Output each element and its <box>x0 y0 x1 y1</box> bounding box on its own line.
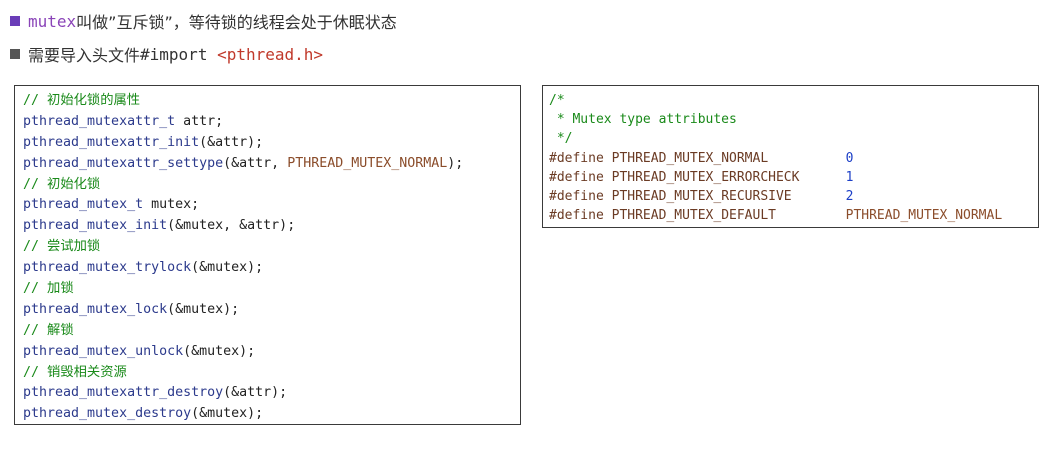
bullet-item-mutex-description: mutex 叫做”互斥锁”，等待锁的线程会处于休眠状态 <box>10 9 397 33</box>
function-name: pthread_mutex_lock <box>23 301 168 317</box>
code-text: (&mutex); <box>191 260 264 276</box>
code-line: pthread_mutexattr_settype(&attr, PTHREAD… <box>23 154 512 175</box>
code-text: (&attr, <box>223 155 288 171</box>
function-name: pthread_mutexattr_destroy <box>23 385 224 401</box>
code-comment: // 解锁 <box>23 322 74 338</box>
code-text: (&attr); <box>199 134 264 150</box>
mutex-usage-code-block: // 初始化锁的属性 pthread_mutexattr_t attr; pth… <box>14 85 521 425</box>
define-directive: #define <box>549 169 604 185</box>
code-line: pthread_mutex_lock(&mutex); <box>23 300 512 321</box>
define-line: #define PTHREAD_MUTEX_DEFAULT PTHREAD_MUT… <box>549 206 1032 225</box>
define-value: 0 <box>845 150 854 166</box>
code-line: pthread_mutexattr_destroy(&attr); <box>23 383 512 404</box>
code-text: mutex; <box>143 197 200 213</box>
code-comment: // 尝试加锁 <box>23 239 101 255</box>
function-name: pthread_mutexattr_init <box>23 134 200 150</box>
code-comment: // 初始化锁 <box>23 176 101 192</box>
code-line: pthread_mutex_t mutex; <box>23 195 512 216</box>
bullet-item-import-header: 需要导入头文件 #import <pthread.h> <box>10 42 323 66</box>
code-line: pthread_mutex_trylock(&mutex); <box>23 258 512 279</box>
square-bullet-icon <box>10 49 20 59</box>
header-file-name: <pthread.h> <box>217 44 324 64</box>
define-name: PTHREAD_MUTEX_RECURSIVE <box>611 188 792 204</box>
code-comment: // 加锁 <box>23 281 74 297</box>
keyword-mutex: mutex <box>28 11 77 31</box>
code-line: pthread_mutex_unlock(&mutex); <box>23 342 512 363</box>
define-value: PTHREAD_MUTEX_NORMAL <box>845 208 1003 224</box>
code-text: (&mutex); <box>167 301 240 317</box>
type-name: pthread_mutex_t <box>23 197 144 213</box>
type-name: pthread_mutexattr_t <box>23 113 176 129</box>
code-text: (&mutex); <box>191 406 264 422</box>
code-comment: */ <box>549 131 573 147</box>
macro-name: PTHREAD_MUTEX_NORMAL <box>287 155 448 171</box>
define-line: #define PTHREAD_MUTEX_NORMAL 0 <box>549 149 1032 168</box>
code-comment: // 销毁相关资源 <box>23 364 127 380</box>
code-line: pthread_mutexattr_t attr; <box>23 112 512 133</box>
define-name: PTHREAD_MUTEX_DEFAULT <box>611 208 776 224</box>
define-line: #define PTHREAD_MUTEX_ERRORCHECK 1 <box>549 168 1032 187</box>
define-directive: #define <box>549 208 604 224</box>
define-value: 2 <box>845 188 854 204</box>
code-line: pthread_mutex_init(&mutex, &attr); <box>23 216 512 237</box>
code-text: ); <box>447 155 464 171</box>
define-name: PTHREAD_MUTEX_NORMAL <box>611 150 769 166</box>
function-name: pthread_mutexattr_settype <box>23 155 224 171</box>
mutex-type-defines-code-block: /* * Mutex type attributes */ #define PT… <box>542 85 1039 228</box>
code-line: pthread_mutex_destroy(&mutex); <box>23 404 512 425</box>
code-comment: /* <box>549 93 565 108</box>
import-instruction-text: 需要导入头文件 <box>28 46 141 65</box>
code-comment: // 初始化锁的属性 <box>23 93 141 108</box>
code-text: (&mutex, &attr); <box>167 218 296 234</box>
square-bullet-icon <box>10 16 20 26</box>
define-directive: #define <box>549 150 604 166</box>
function-name: pthread_mutex_trylock <box>23 260 192 276</box>
define-line: #define PTHREAD_MUTEX_RECURSIVE 2 <box>549 187 1032 206</box>
code-line: pthread_mutexattr_init(&attr); <box>23 133 512 154</box>
code-text: (&mutex); <box>183 343 256 359</box>
import-directive: #import <box>140 44 218 64</box>
define-value: 1 <box>845 169 854 185</box>
function-name: pthread_mutex_init <box>23 218 168 234</box>
code-text: attr; <box>175 113 224 129</box>
code-text: (&attr); <box>223 385 288 401</box>
description-text: 叫做”互斥锁”，等待锁的线程会处于休眠状态 <box>76 13 397 32</box>
define-name: PTHREAD_MUTEX_ERRORCHECK <box>611 169 800 185</box>
function-name: pthread_mutex_destroy <box>23 406 192 422</box>
code-comment: * Mutex type attributes <box>549 112 737 128</box>
define-directive: #define <box>549 188 604 204</box>
function-name: pthread_mutex_unlock <box>23 343 184 359</box>
